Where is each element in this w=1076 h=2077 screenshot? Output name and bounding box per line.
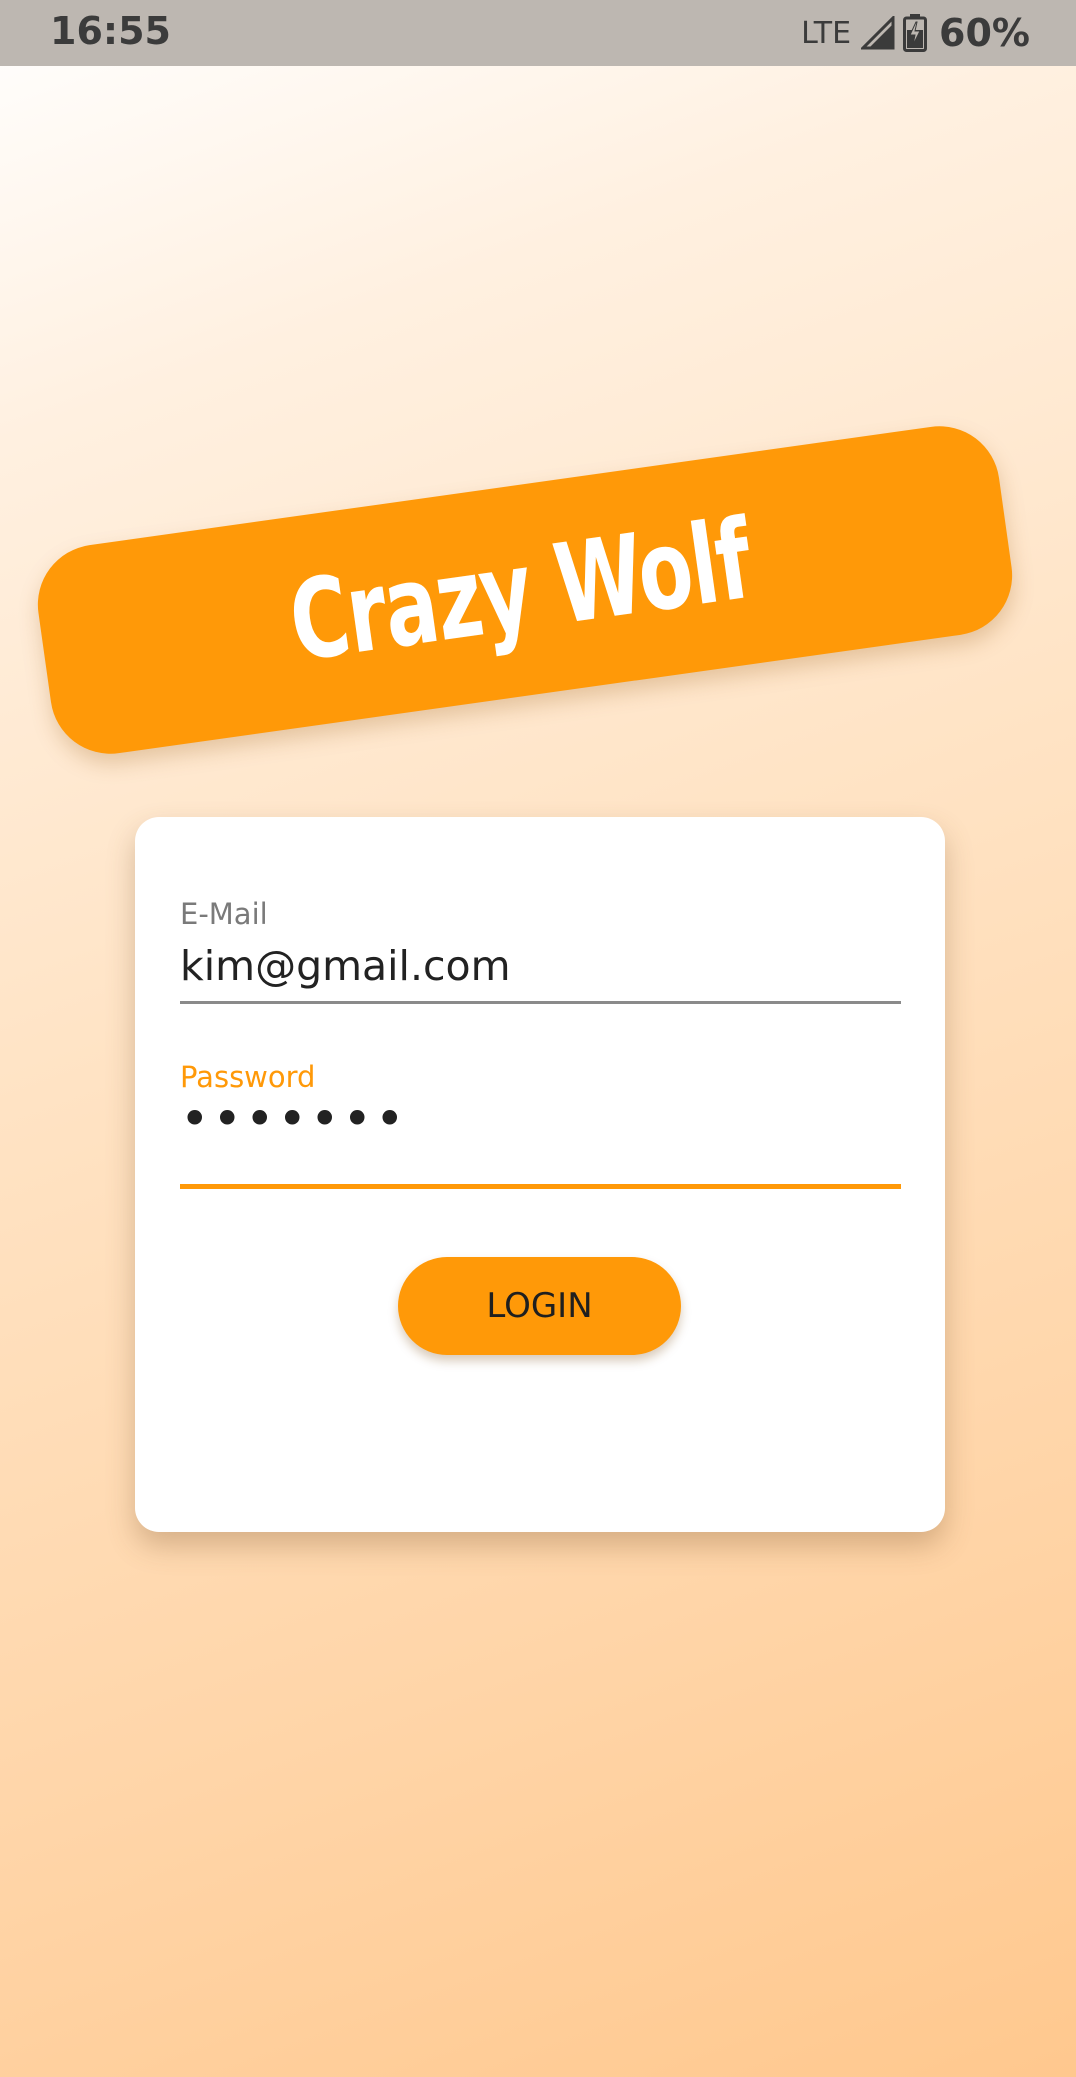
signal-icon [861,16,895,50]
battery-charging-icon [903,14,928,52]
status-indicators: LTE 60% [801,8,1030,58]
network-type: LTE [801,15,852,51]
email-field[interactable]: E-Mail kim@gmail.com [180,897,901,1040]
app-title: Crazy Wolf [282,495,758,687]
email-underline [180,1001,901,1004]
app-title-banner: Crazy Wolf [30,418,1020,762]
password-underline-focused [180,1184,901,1189]
password-field[interactable]: Password ••••••• [180,1060,901,1204]
battery-percentage: 60% [939,11,1030,55]
status-time: 16:55 [50,9,171,53]
email-input[interactable]: kim@gmail.com [180,942,511,990]
login-card: E-Mail kim@gmail.com Password ••••••• LO… [135,817,945,1532]
password-label: Password [180,1060,316,1094]
password-input[interactable]: ••••••• [180,1090,407,1148]
status-bar: 16:55 LTE 60% [0,0,1076,66]
email-label: E-Mail [180,897,268,931]
login-button[interactable]: LOGIN [398,1257,681,1355]
